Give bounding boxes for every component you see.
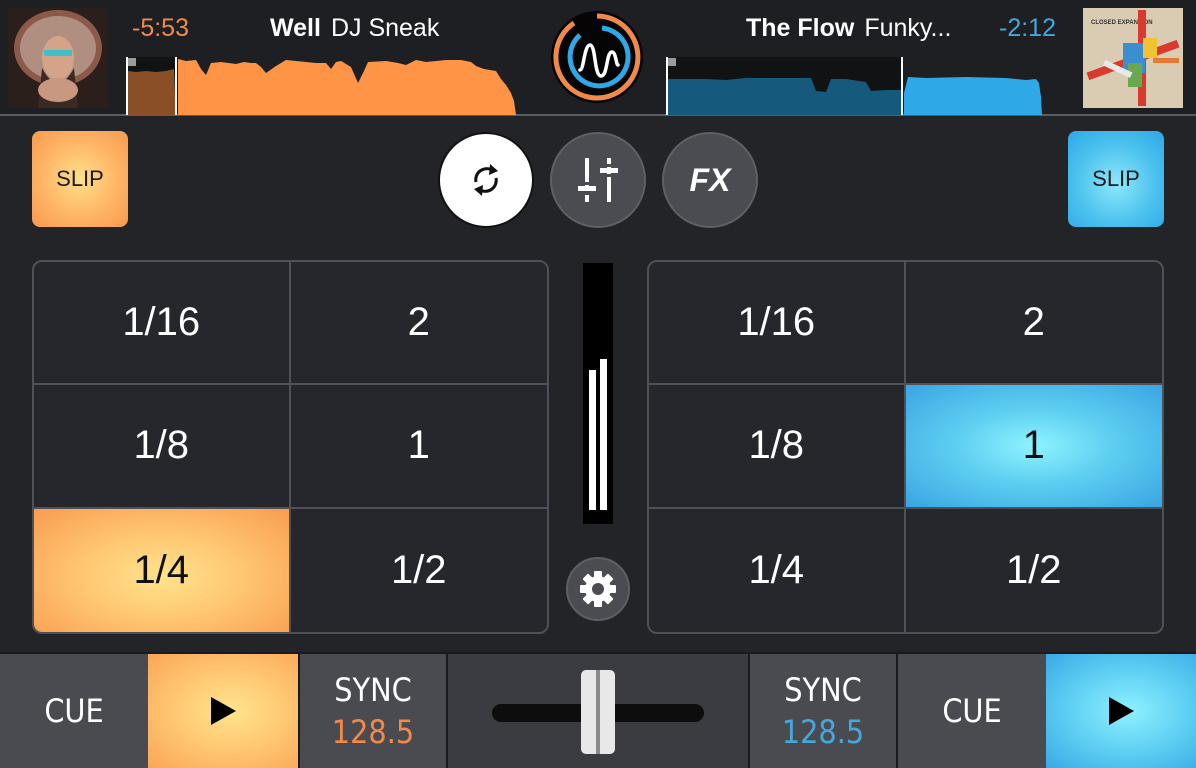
deck-right-slip-button[interactable]: SLIP <box>1068 131 1164 227</box>
fx-button[interactable]: FX <box>662 132 758 228</box>
deck-left-sync-label: SYNC <box>334 671 412 709</box>
deck-right-pad[interactable]: 1/2 <box>905 508 1162 632</box>
deck-right-sync-button[interactable]: SYNC 128.5 <box>750 654 896 768</box>
deck-right-track-info: The Flow Funky... <box>746 14 951 43</box>
deck-left-sync-button[interactable]: SYNC 128.5 <box>300 654 446 768</box>
deck-left-bpm: 128.5 <box>331 713 415 751</box>
deck-right-play-button[interactable] <box>1046 654 1196 768</box>
transport-bar: CUE SYNC 128.5 SYNC 128.5 CUE <box>0 652 1196 768</box>
sync-loop-icon <box>474 164 498 196</box>
deck-left-waveform-remaining <box>178 59 516 115</box>
deck-right-pad[interactable]: 2 <box>905 262 1162 386</box>
mixer-button[interactable] <box>550 132 646 228</box>
deck-right-track-title: The Flow <box>746 14 855 42</box>
deck-right-cue-label: CUE <box>942 692 1002 730</box>
deck-right-loop-pads: 1/16 2 1/8 1 1/4 1/2 <box>647 260 1164 634</box>
deck-right-pad[interactable]: 1 <box>905 385 1162 509</box>
deck-right-artist: Funky... <box>864 14 952 42</box>
deck-right-cue-button[interactable]: CUE <box>898 654 1046 768</box>
deck-left-track-info: Well DJ Sneak <box>270 14 439 43</box>
crossfader[interactable] <box>448 654 748 768</box>
deck-right-pad[interactable]: 1/16 <box>649 262 906 386</box>
deck-left-pad[interactable]: 1/8 <box>34 385 291 509</box>
play-icon <box>210 697 236 725</box>
deck-left-track-title: Well <box>270 14 321 42</box>
level-meter <box>583 263 613 524</box>
app-logo-wave[interactable] <box>550 10 644 104</box>
deck-right-waveform-remaining <box>904 77 1042 115</box>
deck-left-album-art[interactable] <box>8 8 108 108</box>
deck-left-artist: DJ Sneak <box>330 14 440 42</box>
deck-left-waveform-played <box>128 69 176 115</box>
deck-left-pad[interactable]: 1/16 <box>34 262 291 386</box>
sliders-icon <box>578 158 618 202</box>
deck-right-bpm: 128.5 <box>781 713 865 751</box>
deck-left-pad[interactable]: 2 <box>290 262 547 386</box>
crossfader-handle[interactable] <box>581 670 615 754</box>
deck-right-album-art[interactable]: CLOSED EXPANSION <box>1083 8 1183 108</box>
deck-right-waveform[interactable] <box>666 57 1066 115</box>
top-bar: -5:53 Well DJ Sneak The Flow Funky... -2:1… <box>0 0 1196 116</box>
play-icon <box>1108 697 1134 725</box>
level-meter-left-bar <box>589 370 596 510</box>
level-meter-right-bar <box>600 359 607 510</box>
fx-label: FX <box>689 161 731 198</box>
deck-right-pad[interactable]: 1/8 <box>649 385 906 509</box>
deck-left-remaining-time: -5:53 <box>132 14 189 42</box>
deck-right-remaining-time: -2:12 <box>999 14 1056 42</box>
deck-left-play-button[interactable] <box>148 654 298 768</box>
settings-button[interactable] <box>566 557 630 621</box>
deck-left-loop-pads: 1/16 2 1/8 1 1/4 1/2 <box>32 260 549 634</box>
gear-icon <box>580 571 616 607</box>
deck-right-waveform-played <box>668 78 901 115</box>
deck-left-cue-button[interactable]: CUE <box>0 654 148 768</box>
album-art-closed-expansion-image: CLOSED EXPANSION <box>1083 8 1183 108</box>
deck-left-pad[interactable]: 1/4 <box>34 508 291 632</box>
deck-left-waveform[interactable] <box>126 57 531 115</box>
deck-left-pad[interactable]: 1 <box>290 385 547 509</box>
deck-right-pad[interactable]: 1/4 <box>649 508 906 632</box>
deck-left-pad[interactable]: 1/2 <box>290 508 547 632</box>
loop-mode-button[interactable] <box>438 132 534 228</box>
album-art-headdress-image <box>8 8 108 108</box>
deck-left-cue-label: CUE <box>44 692 104 730</box>
deck-right-sync-label: SYNC <box>784 671 862 709</box>
deck-left-slip-button[interactable]: SLIP <box>32 131 128 227</box>
